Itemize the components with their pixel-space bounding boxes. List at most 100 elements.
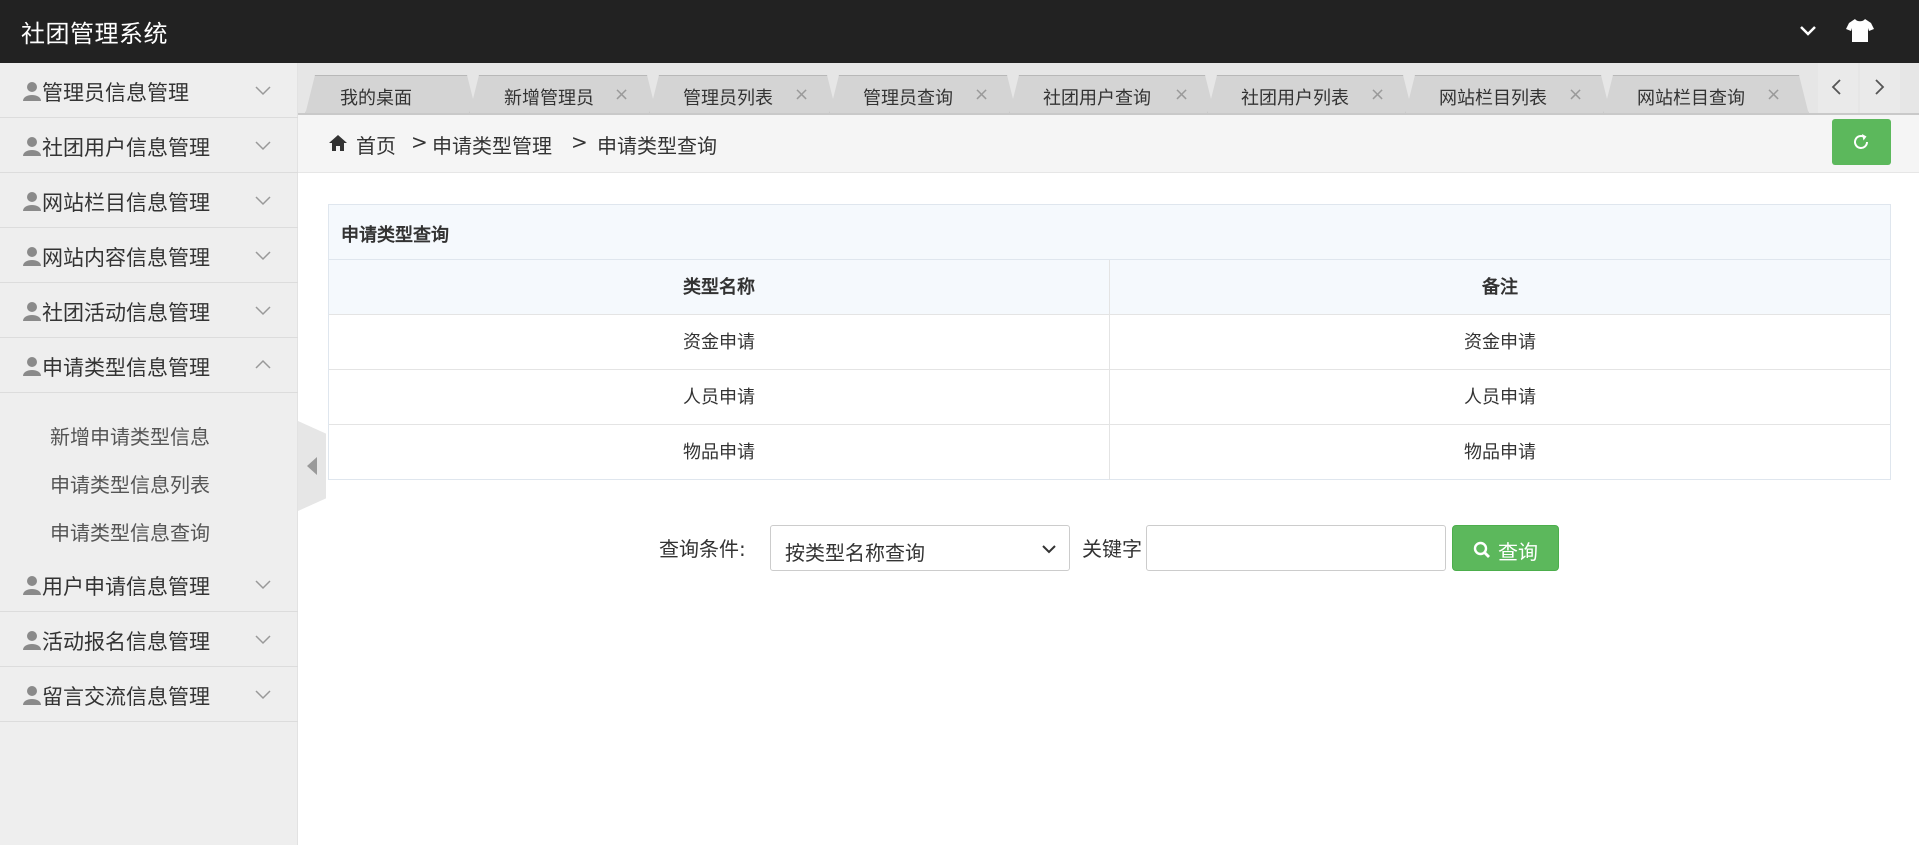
user-icon [23, 686, 41, 705]
user-icon [23, 82, 41, 101]
sidebar-item-label: 申请类型信息管理 [42, 356, 210, 380]
tab-scroll-right-button[interactable] [1860, 63, 1900, 113]
close-icon[interactable]: × [1370, 84, 1385, 105]
sidebar-item-club-users[interactable]: 社团用户信息管理 [0, 118, 298, 173]
sidebar-item-label: 网站栏目信息管理 [42, 191, 210, 215]
breadcrumb-level1[interactable]: 申请类型管理 [432, 130, 552, 159]
chevron-up-icon [255, 359, 271, 369]
select-value: 按类型名称查询 [785, 541, 925, 565]
sidebar-subitem-type-query[interactable]: 申请类型信息查询 [50, 517, 210, 546]
tab-site-column-query[interactable]: 网站栏目查询 × [1603, 75, 1809, 115]
breadcrumb-level2: 申请类型查询 [597, 134, 717, 158]
sidebar-item-site-columns[interactable]: 网站栏目信息管理 [0, 173, 298, 228]
refresh-icon [1854, 134, 1868, 149]
table-cell-type-name: 资金申请 [329, 315, 1110, 370]
caret-left-icon [307, 457, 317, 475]
search-icon [1473, 541, 1490, 558]
tab-bar: 我的桌面 新增管理员 × 管理员列表 × 管理员查询 × 社团用户查询 × 社团… [298, 63, 1919, 115]
close-icon[interactable]: × [1568, 84, 1583, 105]
search-button[interactable]: 查询 [1452, 525, 1559, 571]
tab-label: 社团用户列表 [1241, 88, 1349, 109]
panel-title: 申请类型查询 [341, 225, 449, 246]
user-icon [23, 631, 41, 650]
panel-heading: 申请类型查询 [329, 205, 1890, 260]
chevron-right-icon [1875, 79, 1885, 95]
table-cell-remark: 物品申请 [1464, 442, 1536, 463]
tab-label: 管理员列表 [683, 88, 773, 109]
sidebar: 管理员信息管理 社团用户信息管理 网站栏目信息管理 网站内容信息管理 社团活动信… [0, 63, 298, 845]
chevron-down-icon [255, 635, 271, 645]
chevron-down-icon [255, 306, 271, 316]
tab-club-user-query[interactable]: 社团用户查询 × [1009, 75, 1215, 115]
breadcrumb-separator: > [411, 130, 428, 154]
close-icon[interactable]: × [1766, 84, 1781, 105]
app-title: 社团管理系统 [21, 20, 168, 48]
tab-label: 社团用户查询 [1043, 88, 1151, 109]
sidebar-item-label: 活动报名信息管理 [42, 630, 210, 654]
refresh-button[interactable] [1832, 119, 1891, 165]
chevron-down-icon [255, 690, 271, 700]
tab-label: 网站栏目列表 [1439, 88, 1547, 109]
chevron-down-icon[interactable] [1796, 18, 1820, 42]
tab-site-column-list[interactable]: 网站栏目列表 × [1405, 75, 1611, 115]
tab-admin-list[interactable]: 管理员列表 × [649, 75, 837, 115]
chevron-down-icon [255, 251, 271, 261]
tshirt-icon[interactable] [1845, 16, 1875, 44]
query-condition-select[interactable]: 按类型名称查询 [770, 525, 1070, 571]
keyword-input[interactable] [1146, 525, 1446, 571]
search-button-label: 查询 [1498, 540, 1538, 564]
tab-label: 网站栏目查询 [1637, 88, 1745, 109]
sidebar-item-label: 网站内容信息管理 [42, 246, 210, 270]
close-icon[interactable]: × [794, 84, 809, 105]
column-header-type-name: 类型名称 [329, 260, 1110, 315]
tab-scroll-left-button[interactable] [1818, 63, 1858, 113]
breadcrumb-separator: > [571, 130, 588, 154]
sidebar-item-label: 管理员信息管理 [42, 81, 189, 105]
breadcrumb: 首页 > 申请类型管理 > 申请类型查询 [298, 115, 1919, 173]
tab-club-user-list[interactable]: 社团用户列表 × [1207, 75, 1413, 115]
tab-label: 新增管理员 [504, 88, 594, 109]
tab-my-desktop[interactable]: 我的桌面 [305, 75, 477, 115]
sidebar-item-user-applications[interactable]: 用户申请信息管理 [0, 557, 298, 612]
sidebar-subitem-add-type[interactable]: 新增申请类型信息 [50, 421, 210, 450]
close-icon[interactable]: × [1174, 84, 1189, 105]
table-cell-remark: 人员申请 [1110, 370, 1890, 425]
tab-add-admin[interactable]: 新增管理员 × [469, 75, 657, 115]
chevron-down-icon [255, 86, 271, 96]
sidebar-item-label: 社团用户信息管理 [42, 136, 210, 160]
tab-admin-query[interactable]: 管理员查询 × [829, 75, 1017, 115]
chevron-left-icon [1831, 79, 1841, 95]
chevron-down-icon [255, 580, 271, 590]
sidebar-item-label: 社团活动信息管理 [42, 301, 210, 325]
chevron-down-icon [1042, 545, 1056, 554]
top-bar: 社团管理系统 [0, 0, 1919, 63]
close-icon[interactable]: × [974, 84, 989, 105]
sidebar-item-application-types[interactable]: 申请类型信息管理 [0, 338, 298, 393]
table-cell-type-name: 物品申请 [329, 425, 1110, 480]
close-icon[interactable]: × [614, 84, 629, 105]
breadcrumb-home-link[interactable]: 首页 [356, 130, 396, 159]
sidebar-item-activity-signup[interactable]: 活动报名信息管理 [0, 612, 298, 667]
sidebar-item-messages[interactable]: 留言交流信息管理 [0, 667, 298, 722]
sidebar-collapse-handle[interactable] [298, 421, 326, 511]
user-icon [23, 357, 41, 376]
table-cell-remark: 资金申请 [1110, 315, 1890, 370]
tab-label: 管理员查询 [863, 88, 953, 109]
sidebar-item-label: 用户申请信息管理 [42, 575, 210, 599]
chevron-down-icon [255, 196, 271, 206]
results-panel: 申请类型查询 类型名称 备注 资金申请 资金申请 人员申请 人员申请 物品申请 … [328, 204, 1891, 480]
sidebar-item-club-activities[interactable]: 社团活动信息管理 [0, 283, 298, 338]
user-icon [23, 137, 41, 156]
chevron-down-icon [255, 141, 271, 151]
sidebar-subitem-type-list[interactable]: 申请类型信息列表 [50, 469, 210, 498]
user-icon [23, 302, 41, 321]
table-cell-type-name: 人员申请 [329, 370, 1110, 425]
sidebar-item-admin[interactable]: 管理员信息管理 [0, 63, 298, 118]
sidebar-item-label: 留言交流信息管理 [42, 685, 210, 709]
sidebar-item-site-content[interactable]: 网站内容信息管理 [0, 228, 298, 283]
user-icon [23, 192, 41, 211]
column-header-remark: 备注 [1110, 260, 1890, 315]
home-icon [329, 135, 347, 151]
user-icon [23, 247, 41, 266]
keyword-label: 关键字 [1082, 537, 1142, 561]
